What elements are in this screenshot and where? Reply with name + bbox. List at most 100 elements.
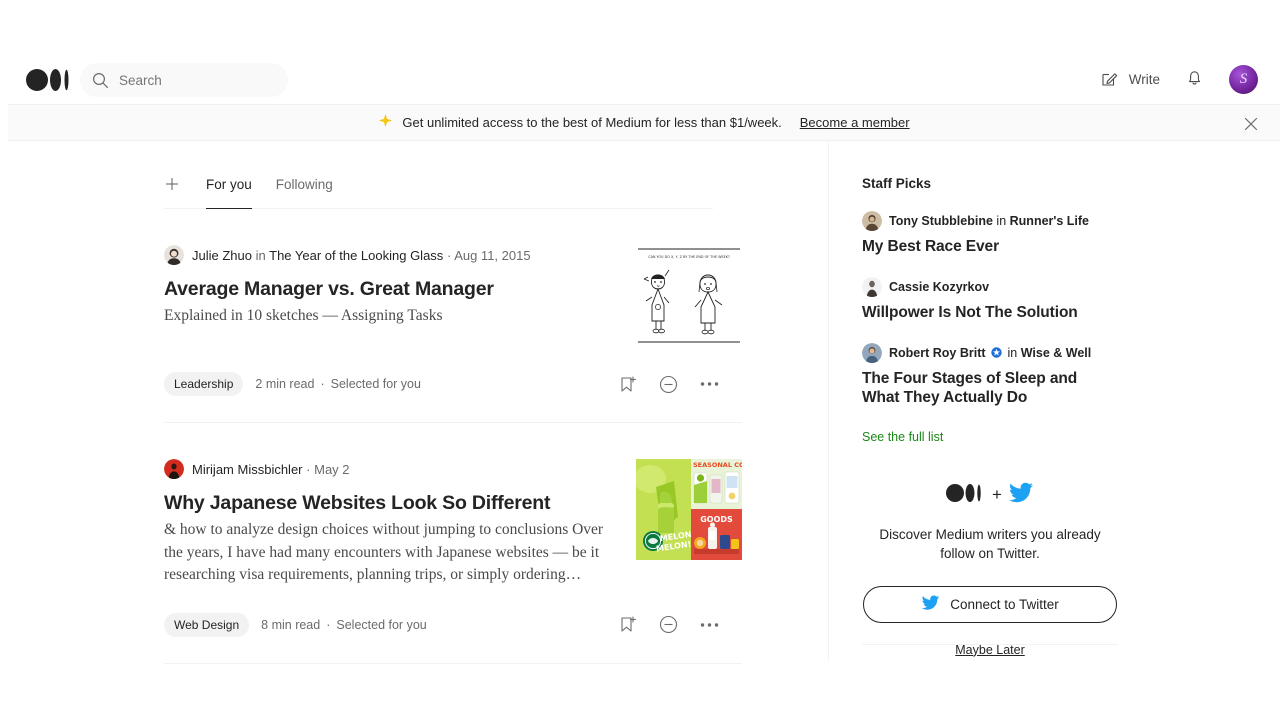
- ellipsis-icon[interactable]: [700, 381, 719, 387]
- article-byline: Mirijam Missbichler · May 2: [164, 459, 619, 479]
- article-subtitle: & how to analyze design choices without …: [164, 521, 604, 584]
- staff-pick-byline: Cassie Kozyrkov: [862, 276, 1118, 297]
- search-input[interactable]: [119, 72, 269, 88]
- staff-pick-title[interactable]: My Best Race Ever: [862, 238, 1118, 257]
- add-topic-button[interactable]: [164, 176, 180, 192]
- recommendation-label: Selected for you: [330, 377, 421, 391]
- staff-pick-title[interactable]: The Four Stages of Sleep and What They A…: [862, 370, 1118, 408]
- sparkle-icon: [378, 113, 393, 133]
- tab-for-you[interactable]: For you: [206, 160, 252, 209]
- byline-separator: ·: [446, 247, 452, 263]
- article-tag[interactable]: Leadership: [164, 372, 244, 396]
- write-label: Write: [1128, 72, 1160, 87]
- in-word: in: [996, 214, 1007, 228]
- avatar: [164, 245, 184, 265]
- staff-pick-byline-text: Tony Stubblebine in Runner's Life: [889, 214, 1089, 228]
- article-byline: Julie Zhuo in The Year of the Looking Gl…: [164, 245, 619, 265]
- read-time: 2 min read: [255, 377, 315, 391]
- staff-picks-title: Staff Picks: [862, 176, 932, 191]
- user-avatar[interactable]: S: [1229, 65, 1258, 94]
- write-button[interactable]: Write: [1100, 68, 1160, 91]
- article-title[interactable]: Average Manager vs. Great Manager: [164, 277, 619, 301]
- article-meta: Web Design 8 min read · Selected for you: [164, 612, 719, 637]
- bookmark-add-icon[interactable]: [618, 615, 637, 634]
- svg-text:GOODS: GOODS: [700, 515, 733, 524]
- avatar-initial: S: [1239, 71, 1248, 87]
- pencil-square-icon: [1100, 68, 1120, 91]
- article-byline-text: Julie Zhuo in The Year of the Looking Gl…: [192, 248, 531, 263]
- author-name[interactable]: Julie Zhuo: [192, 248, 252, 263]
- banner-text: Get unlimited access to the best of Medi…: [402, 115, 782, 130]
- meta-separator: ·: [326, 617, 331, 632]
- tab-following[interactable]: Following: [276, 160, 333, 208]
- minus-circle-icon[interactable]: [659, 375, 678, 394]
- svg-text:CAN YOU DO X, Y, Z BY THE END: CAN YOU DO X, Y, Z BY THE END OF THE WEE…: [648, 255, 730, 259]
- ellipsis-icon[interactable]: [700, 622, 719, 628]
- staff-pick-byline: Robert Roy Britt in Wise & Well: [862, 342, 1118, 363]
- article-subtitle: Explained in 10 sketches — Assigning Tas…: [164, 307, 443, 325]
- article-thumbnail[interactable]: CAN YOU DO X, Y, Z BY THE END OF THE WEE…: [636, 245, 742, 346]
- twitter-widget-logos: +: [862, 482, 1118, 509]
- notifications-button[interactable]: [1184, 67, 1205, 93]
- author-name[interactable]: Mirijam Missbichler: [192, 462, 303, 477]
- author-name[interactable]: Tony Stubblebine: [889, 214, 993, 228]
- bookmark-add-icon[interactable]: [618, 375, 637, 394]
- tab-following-label: Following: [275, 176, 333, 192]
- twitter-bird-icon: [1008, 482, 1034, 509]
- feed-tabs: For you Following: [164, 160, 713, 209]
- avatar: [164, 459, 184, 479]
- site-header: Write S: [8, 55, 1280, 104]
- close-icon[interactable]: [1243, 116, 1259, 132]
- twitter-widget-description: Discover Medium writers you already foll…: [879, 526, 1101, 562]
- see-full-list-link[interactable]: See the full list: [862, 430, 1118, 444]
- avatar: [862, 276, 882, 297]
- publication-name[interactable]: Wise & Well: [1021, 346, 1092, 360]
- article-feed: For you Following Julie Zhuo in The Year…: [164, 160, 742, 664]
- article-thumbnail[interactable]: MELON MELON! SEASONAL CO GOODS: [636, 459, 742, 560]
- publish-date: May 2: [314, 461, 350, 477]
- read-time: 8 min read: [261, 617, 321, 632]
- become-member-link[interactable]: Become a member: [800, 115, 910, 130]
- search-box[interactable]: [80, 63, 288, 97]
- article-tag[interactable]: Web Design: [164, 612, 250, 637]
- connect-to-twitter-label: Connect to Twitter: [950, 596, 1059, 612]
- staff-pick-byline-text: Robert Roy Britt in Wise & Well: [889, 346, 1091, 360]
- meta-separator: ·: [320, 377, 325, 391]
- header-actions: Write S: [1100, 55, 1258, 104]
- avatar: [862, 342, 882, 363]
- minus-circle-icon[interactable]: [659, 615, 678, 634]
- verified-badge-icon: [991, 347, 1002, 358]
- svg-text:SEASONAL CO: SEASONAL CO: [693, 461, 742, 469]
- bell-icon: [1184, 67, 1205, 93]
- staff-pick-item[interactable]: Robert Roy Britt in Wise & Well The Four…: [862, 342, 1118, 408]
- medium-homepage: Write S Get unlimite: [0, 0, 1280, 720]
- article-title[interactable]: Why Japanese Websites Look So Different: [164, 491, 619, 515]
- search-icon: [92, 72, 109, 89]
- publish-date: Aug 11, 2015: [454, 247, 531, 263]
- staff-pick-byline-text: Cassie Kozyrkov: [889, 280, 989, 294]
- byline-separator: ·: [306, 461, 311, 477]
- content-sidebar-divider: [828, 141, 829, 660]
- staff-pick-title[interactable]: Willpower Is Not The Solution: [862, 304, 1118, 323]
- twitter-bird-icon: [921, 595, 940, 614]
- article-byline-text: Mirijam Missbichler · May 2: [192, 462, 350, 477]
- sidebar: Staff Picks Tony Stubblebine in Runner's…: [862, 160, 1118, 659]
- medium-logo-icon[interactable]: [26, 68, 74, 92]
- sidebar-bottom-divider: [862, 644, 1118, 645]
- article-meta: Leadership 2 min read · Selected for you: [164, 372, 719, 396]
- staff-pick-item[interactable]: Tony Stubblebine in Runner's Life My Bes…: [862, 211, 1118, 257]
- avatar: [862, 211, 882, 231]
- staff-pick-item[interactable]: Cassie Kozyrkov Willpower Is Not The Sol…: [862, 276, 1118, 323]
- connect-to-twitter-button[interactable]: Connect to Twitter: [863, 585, 1117, 623]
- publication-name[interactable]: Runner's Life: [1010, 214, 1089, 228]
- recommendation-label: Selected for you: [336, 617, 427, 632]
- in-word: in: [1007, 345, 1018, 360]
- medium-logo-icon: [946, 483, 986, 508]
- article-card[interactable]: Julie Zhuo in The Year of the Looking Gl…: [164, 209, 742, 423]
- twitter-connect-widget: + Discover Medium writers you already fo…: [862, 482, 1118, 659]
- staff-pick-byline: Tony Stubblebine in Runner's Life: [862, 211, 1118, 231]
- author-name[interactable]: Robert Roy Britt: [889, 346, 986, 360]
- article-card[interactable]: Mirijam Missbichler · May 2 Why Japanese…: [164, 423, 742, 664]
- publication-name[interactable]: The Year of the Looking Glass: [269, 248, 443, 263]
- author-name[interactable]: Cassie Kozyrkov: [889, 280, 989, 294]
